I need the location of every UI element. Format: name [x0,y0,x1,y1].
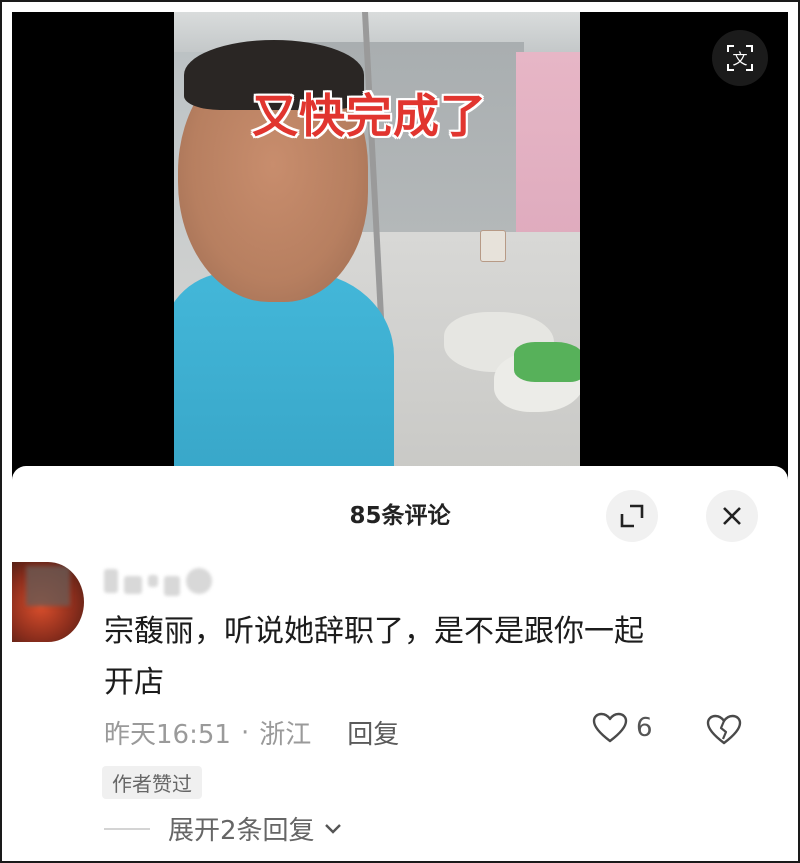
comment-meta: 昨天16:51 · 浙江 回复 [104,714,399,751]
comment-time: 昨天16:51 [104,720,231,750]
translate-glyph: 文 [732,50,747,68]
avatar[interactable] [12,562,84,642]
close-icon [723,507,741,525]
close-button[interactable] [706,490,758,542]
video-player[interactable]: 又快完成了 文 [12,12,788,482]
username-blurred[interactable] [104,564,212,598]
comments-count-title: 85条评论 [349,503,451,529]
comment-location: 浙江 [259,720,312,750]
chevron-down-icon [324,823,341,834]
dislike-button[interactable] [706,714,742,750]
comment-line: 宗馥丽，听说她辞职了，是不是跟你一起 [104,614,644,649]
heart-icon [592,712,628,743]
translate-icon: 文 [727,45,753,71]
expand-icon [620,504,644,528]
video-frame: 又快完成了 [174,12,580,472]
expand-replies-label: 展开2条回复 [168,816,315,846]
like-count: 6 [636,713,653,743]
expand-replies-button[interactable]: 展开2条回复 [104,810,345,847]
like-button[interactable]: 6 [592,712,653,744]
comment-text: 宗馥丽，听说她辞职了，是不是跟你一起 开店 [104,606,744,708]
avatar-mosaic [26,566,70,606]
meta-separator: · [240,717,250,748]
author-liked-badge: 作者赞过 [102,766,202,799]
expand-button[interactable] [606,490,658,542]
reply-button[interactable]: 回复 [347,714,399,751]
translate-button[interactable]: 文 [712,30,768,86]
video-green-bag [514,342,580,382]
person-shirt [174,272,394,472]
comment-line: 开店 [104,665,164,700]
video-bucket [480,230,506,262]
video-caption: 又快完成了 [252,89,487,143]
video-pink-wall [516,52,580,262]
comments-sheet: 85条评论 宗馥丽，听说她辞职了，是不是跟你一起 开店 昨天16:51 · 浙江… [12,466,788,861]
broken-heart-icon [706,714,742,745]
replies-divider [104,827,150,830]
